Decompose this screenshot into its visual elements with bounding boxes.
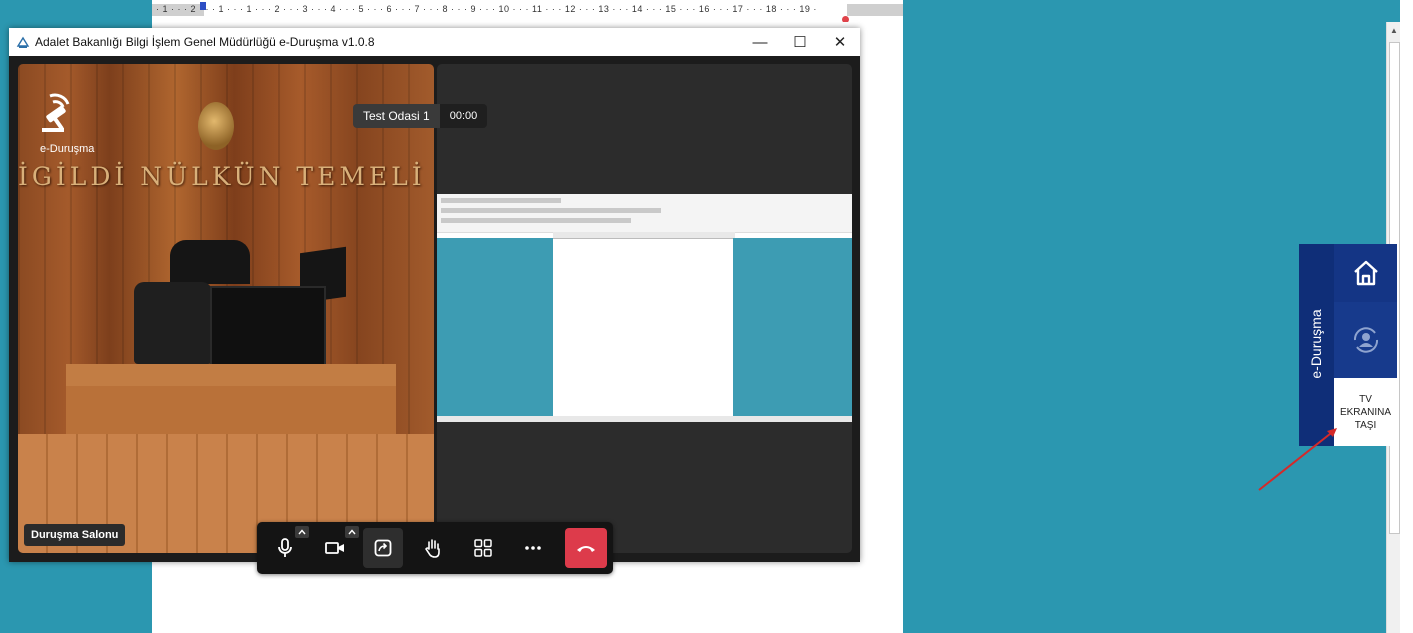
microphone-icon	[278, 538, 292, 557]
shared-word-toolbar	[437, 194, 852, 233]
shared-status-bar	[437, 416, 852, 422]
shared-document-page	[553, 244, 733, 416]
minimize-button[interactable]: —	[740, 28, 780, 56]
edurusma-side-panel: e-Duruşma TV EKRANINA TAŞI	[1299, 244, 1398, 446]
chevron-up-icon	[298, 529, 306, 535]
meeting-content: İGİLDİ NÜLKÜN TEMELİ DALET e-Duruşma Dur…	[9, 56, 860, 574]
layout-button[interactable]	[463, 528, 503, 568]
bench-top	[66, 364, 396, 386]
call-toolbar	[257, 522, 613, 574]
tv-label-line1: TV	[1359, 393, 1372, 405]
maximize-button[interactable]: ☐	[780, 28, 820, 56]
logo-text: e-Duruşma	[40, 143, 95, 155]
room-name: Test Odasi 1	[353, 104, 440, 128]
window-controls: — ☐ ✕	[740, 28, 860, 56]
home-icon	[1353, 260, 1378, 286]
window-title: Adalet Bakanlığı Bilgi İşlem Genel Müdür…	[35, 35, 375, 49]
document-ruler: · 1 · · · 2 · · · 1 · · · 1 · · · 2 · · …	[152, 0, 903, 23]
edurusma-window: Adalet Bakanlığı Bilgi İşlem Genel Müdür…	[9, 28, 860, 574]
share-screen-button[interactable]	[363, 528, 403, 568]
shared-menu-row	[441, 198, 561, 203]
screen-edge	[1400, 0, 1413, 633]
camera-icon	[325, 542, 344, 554]
shared-ribbon-row-1	[441, 208, 661, 213]
scroll-up-icon[interactable]: ▲	[1390, 26, 1398, 35]
courtroom-monitor	[210, 286, 326, 368]
call-timer: 00:00	[439, 104, 488, 128]
edurusma-logo: e-Duruşma	[40, 90, 96, 155]
bench-front	[66, 386, 396, 434]
share-screen-icon	[374, 539, 392, 557]
shared-ribbon-row-2	[441, 218, 631, 223]
gavel-signal-icon	[42, 93, 70, 132]
red-annotation-arrow	[1258, 428, 1337, 491]
shared-teal-left	[437, 238, 553, 416]
room-info: Test Odasi 1 00:00	[353, 104, 488, 128]
camera-options-button[interactable]	[345, 526, 359, 538]
app-icon	[16, 36, 30, 48]
side-brand-text: e-Duruşma	[1308, 309, 1324, 379]
tv-label-line2: EKRANINA	[1339, 406, 1392, 418]
ataturk-emblem	[198, 102, 234, 150]
hang-up-button[interactable]	[565, 528, 607, 568]
switch-user-button[interactable]	[1334, 302, 1397, 378]
chair-back	[170, 240, 250, 284]
side-brand-band: e-Duruşma	[1299, 244, 1334, 446]
judge-chair	[134, 282, 212, 364]
more-dots-icon	[525, 546, 541, 550]
chevron-up-icon	[348, 529, 356, 535]
ruler-margin-right	[847, 4, 903, 16]
shared-ruler	[553, 232, 735, 239]
raise-hand-icon	[425, 539, 440, 558]
more-options-button[interactable]	[513, 528, 553, 568]
participant-video-courtroom[interactable]: İGİLDİ NÜLKÜN TEMELİ DALET e-Duruşma Dur…	[18, 64, 434, 553]
microphone-options-button[interactable]	[295, 526, 309, 538]
close-button[interactable]: ✕	[820, 28, 860, 56]
grid-layout-icon	[474, 539, 492, 557]
shared-screen	[437, 194, 852, 422]
window-titlebar[interactable]: Adalet Bakanlığı Bilgi İşlem Genel Müdür…	[9, 28, 860, 56]
raise-hand-button[interactable]	[413, 528, 453, 568]
participant-name-badge: Duruşma Salonu	[24, 524, 126, 546]
shared-teal-right	[733, 238, 852, 416]
tv-label-line3: TAŞI	[1354, 419, 1377, 431]
courtroom-wall-inscription: İGİLDİ NÜLKÜN TEMELİ DALET	[18, 162, 434, 191]
hang-up-phone-icon	[577, 546, 595, 552]
ruler-indent-marker[interactable]	[200, 2, 206, 10]
ruler-ticks: · 1 · · · 2 · · · 1 · · · 1 · · · 2 · · …	[156, 4, 817, 14]
participant-video-screenshare[interactable]	[437, 64, 852, 553]
user-switch-icon	[1353, 327, 1378, 353]
home-button[interactable]	[1334, 244, 1397, 302]
